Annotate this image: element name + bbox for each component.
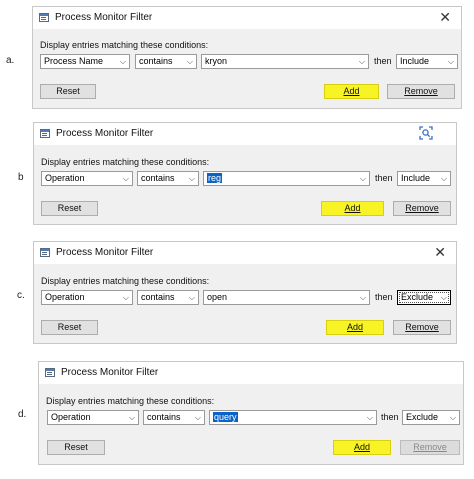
- chevron-down-icon: ⌵: [188, 174, 195, 183]
- remove-button[interactable]: Remove: [393, 201, 451, 216]
- filter-dialog-a: Process Monitor Filter ✕ Display entries…: [32, 6, 462, 109]
- title-bar: Process Monitor Filter ✕: [34, 242, 456, 264]
- value-text: kryon: [205, 56, 228, 66]
- add-button-label: Add: [343, 86, 360, 96]
- filter-dialog-d: Process Monitor Filter Display entries m…: [38, 361, 464, 465]
- step-label-d: d.: [18, 409, 27, 420]
- reset-button[interactable]: Reset: [40, 84, 96, 99]
- column-value: Operation: [45, 173, 85, 183]
- chevron-down-icon: ⌵: [359, 293, 366, 302]
- visual-search-icon[interactable]: [418, 125, 434, 141]
- dialog-title: Process Monitor Filter: [61, 367, 159, 378]
- remove-button-label: Remove: [413, 442, 447, 452]
- close-icon[interactable]: ✕: [434, 244, 446, 260]
- chevron-down-icon: ⌵: [359, 174, 366, 183]
- remove-button-label: Remove: [404, 86, 438, 96]
- action-value: Include: [400, 56, 430, 66]
- add-button-label: Add: [346, 322, 363, 332]
- action-select[interactable]: Include ⌵: [397, 171, 451, 186]
- chevron-down-icon: ⌵: [440, 174, 447, 183]
- add-button[interactable]: Add: [333, 440, 391, 455]
- app-icon: [39, 13, 49, 22]
- relation-value: contains: [141, 292, 175, 302]
- conditions-label: Display entries matching these condition…: [41, 157, 210, 167]
- relation-value: contains: [139, 56, 173, 66]
- chevron-down-icon: ⌵: [449, 413, 456, 422]
- conditions-label: Display entries matching these condition…: [40, 40, 209, 50]
- remove-button[interactable]: Remove: [387, 84, 455, 99]
- chevron-down-icon: ⌵: [440, 293, 447, 302]
- title-bar: Process Monitor Filter ✕: [33, 7, 461, 29]
- relation-select[interactable]: contains ⌵: [135, 54, 197, 69]
- conditions-label: Display entries matching these condition…: [46, 396, 215, 406]
- relation-value: contains: [147, 412, 181, 422]
- value-combobox[interactable]: reg ⌵: [203, 171, 370, 186]
- action-select[interactable]: Include ⌵: [396, 54, 458, 69]
- chevron-down-icon: ⌵: [128, 413, 135, 422]
- chevron-down-icon: ⌵: [119, 57, 126, 66]
- app-icon: [45, 368, 55, 377]
- title-bar: Process Monitor Filter: [34, 123, 456, 145]
- remove-button-label: Remove: [405, 203, 439, 213]
- dialog-title: Process Monitor Filter: [55, 12, 153, 23]
- reset-button[interactable]: Reset: [47, 440, 105, 455]
- action-value: Exclude: [406, 412, 439, 422]
- action-select[interactable]: Exclude ⌵: [397, 290, 451, 305]
- dialog-title: Process Monitor Filter: [56, 128, 154, 139]
- chevron-down-icon: ⌵: [194, 413, 201, 422]
- relation-select[interactable]: contains ⌵: [137, 290, 199, 305]
- then-label: then: [375, 292, 393, 302]
- relation-value: contains: [141, 173, 175, 183]
- remove-button[interactable]: Remove: [393, 320, 451, 335]
- action-value: Exclude: [401, 292, 434, 302]
- dialog-title: Process Monitor Filter: [56, 247, 154, 258]
- column-select[interactable]: Process Name ⌵: [40, 54, 130, 69]
- relation-select[interactable]: contains ⌵: [137, 171, 199, 186]
- column-select[interactable]: Operation ⌵: [41, 290, 133, 305]
- add-button[interactable]: Add: [324, 84, 379, 99]
- action-select[interactable]: Exclude ⌵: [402, 410, 460, 425]
- chevron-down-icon: ⌵: [122, 174, 129, 183]
- step-label-b: b: [18, 172, 24, 183]
- relation-select[interactable]: contains ⌵: [143, 410, 205, 425]
- chevron-down-icon: ⌵: [358, 57, 365, 66]
- chevron-down-icon: ⌵: [122, 293, 129, 302]
- value-text: reg: [207, 173, 223, 183]
- app-icon: [40, 129, 50, 138]
- remove-button-label: Remove: [405, 322, 439, 332]
- step-label-c: c.: [17, 290, 25, 301]
- title-bar: Process Monitor Filter: [39, 362, 463, 384]
- value-combobox[interactable]: query ⌵: [209, 410, 377, 425]
- reset-button[interactable]: Reset: [41, 201, 98, 216]
- column-value: Operation: [51, 412, 91, 422]
- then-label: then: [375, 173, 393, 183]
- step-label-a: a.: [6, 55, 15, 66]
- add-button-label: Add: [344, 203, 361, 213]
- filter-dialog-b: Process Monitor Filter Display entries m…: [33, 122, 457, 225]
- conditions-label: Display entries matching these condition…: [41, 276, 210, 286]
- column-value: Operation: [45, 292, 85, 302]
- chevron-down-icon: ⌵: [186, 57, 193, 66]
- remove-button[interactable]: Remove: [400, 440, 460, 455]
- value-text: query: [213, 412, 238, 422]
- add-button[interactable]: Add: [321, 201, 384, 216]
- action-value: Include: [401, 173, 431, 183]
- then-label: then: [374, 56, 392, 66]
- reset-button[interactable]: Reset: [41, 320, 98, 335]
- column-value: Process Name: [44, 56, 104, 66]
- chevron-down-icon: ⌵: [366, 413, 373, 422]
- value-combobox[interactable]: kryon ⌵: [201, 54, 369, 69]
- column-select[interactable]: Operation ⌵: [47, 410, 139, 425]
- column-select[interactable]: Operation ⌵: [41, 171, 133, 186]
- app-icon: [40, 248, 50, 257]
- value-text: open: [207, 292, 228, 302]
- chevron-down-icon: ⌵: [188, 293, 195, 302]
- value-combobox[interactable]: open ⌵: [203, 290, 370, 305]
- chevron-down-icon: ⌵: [447, 57, 454, 66]
- then-label: then: [381, 412, 399, 422]
- add-button-label: Add: [353, 442, 370, 452]
- close-icon[interactable]: ✕: [439, 9, 451, 25]
- filter-dialog-c: Process Monitor Filter ✕ Display entries…: [33, 241, 457, 344]
- add-button[interactable]: Add: [326, 320, 384, 335]
